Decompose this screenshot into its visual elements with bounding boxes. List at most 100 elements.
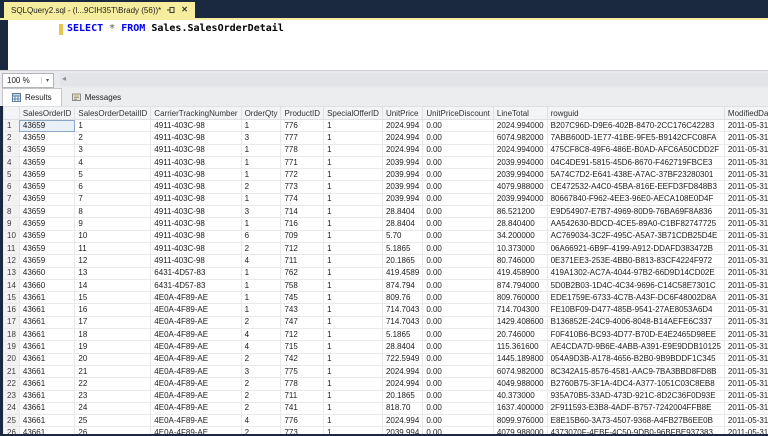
grid-cell[interactable]: 2039.994 — [382, 169, 422, 181]
grid-cell[interactable]: 4079.988000 — [493, 427, 547, 434]
grid-cell[interactable]: 15 — [75, 292, 151, 304]
grid-cell[interactable]: 34.200000 — [493, 230, 547, 242]
grid-cell[interactable]: 1 — [241, 292, 281, 304]
close-icon[interactable]: ✕ — [181, 6, 188, 14]
grid-cell[interactable]: 43659 — [19, 169, 74, 181]
grid-cell[interactable]: AA542630-BDCD-4CE5-89A0-C1BF82747725 — [547, 218, 724, 230]
grid-cell[interactable]: 17 — [75, 316, 151, 328]
grid-cell[interactable]: 1 — [324, 316, 383, 328]
grid-cell[interactable]: 20.746000 — [493, 329, 547, 341]
grid-cell[interactable]: 0.00 — [423, 279, 494, 291]
grid-cell[interactable]: 24 — [75, 402, 151, 414]
grid-cell[interactable]: 2039.994000 — [493, 156, 547, 168]
select-all-corner[interactable] — [4, 107, 20, 120]
row-header[interactable]: 3 — [4, 144, 20, 156]
grid-cell[interactable]: 7 — [75, 193, 151, 205]
grid-cell[interactable]: 22 — [75, 378, 151, 390]
grid-cell[interactable]: 1 — [324, 402, 383, 414]
grid-cell[interactable]: 4 — [241, 415, 281, 427]
grid-cell[interactable]: 4911-403C-98 — [151, 242, 241, 254]
grid-cell[interactable]: 4E0A-4F89-AE — [151, 402, 241, 414]
row-header[interactable]: 20 — [4, 353, 20, 365]
grid-cell[interactable]: 714.704300 — [493, 304, 547, 316]
grid-cell[interactable]: 2024.994 — [382, 378, 422, 390]
grid-cell[interactable]: 80.746000 — [493, 255, 547, 267]
grid-cell[interactable]: 4E0A-4F89-AE — [151, 341, 241, 353]
grid-cell[interactable]: 1 — [241, 169, 281, 181]
row-header[interactable]: 14 — [4, 279, 20, 291]
grid-cell[interactable]: 2011-05-31 00:00:00.000 — [724, 132, 768, 144]
zoom-level-combobox[interactable]: 100 % ▾ — [2, 73, 54, 88]
grid-cell[interactable]: 2 — [241, 353, 281, 365]
column-header-UnitPrice[interactable]: UnitPrice — [382, 107, 422, 120]
grid-cell[interactable]: 43661 — [19, 378, 74, 390]
grid-cell[interactable]: 2011-05-31 00:00:00.000 — [724, 193, 768, 205]
grid-cell[interactable]: 1 — [75, 120, 151, 132]
grid-cell[interactable]: 3 — [241, 132, 281, 144]
grid-cell[interactable]: 0.00 — [423, 169, 494, 181]
grid-cell[interactable]: 0.00 — [423, 156, 494, 168]
grid-cell[interactable]: 43660 — [19, 279, 74, 291]
column-header-SalesOrderID[interactable]: SalesOrderID — [19, 107, 74, 120]
grid-cell[interactable]: B2760B75-3F1A-4DC4-A377-1051C03C8EB8 — [547, 378, 724, 390]
grid-cell[interactable]: 775 — [281, 365, 324, 377]
grid-cell[interactable]: 773 — [281, 427, 324, 434]
grid-cell[interactable]: 2011-05-31 00:00:00.000 — [724, 378, 768, 390]
grid-cell[interactable]: 43659 — [19, 144, 74, 156]
selected-cell[interactable]: 43659 — [19, 120, 74, 132]
grid-cell[interactable]: 2039.994 — [382, 193, 422, 205]
grid-cell[interactable]: 4E0A-4F89-AE — [151, 316, 241, 328]
grid-cell[interactable]: 06A66921-6B9F-4199-A912-DDAFD383472B — [547, 242, 724, 254]
grid-cell[interactable]: 0.00 — [423, 267, 494, 279]
grid-cell[interactable]: 9 — [75, 218, 151, 230]
grid-cell[interactable]: 4E0A-4F89-AE — [151, 329, 241, 341]
grid-cell[interactable]: 6074.982000 — [493, 365, 547, 377]
grid-cell[interactable]: 1445.189800 — [493, 353, 547, 365]
grid-cell[interactable]: 722.5949 — [382, 353, 422, 365]
grid-cell[interactable]: 2039.994000 — [493, 169, 547, 181]
grid-cell[interactable]: 43659 — [19, 156, 74, 168]
grid-cell[interactable]: 8 — [75, 206, 151, 218]
column-header-UnitPriceDiscount[interactable]: UnitPriceDiscount — [423, 107, 494, 120]
grid-cell[interactable]: 1 — [241, 218, 281, 230]
grid-cell[interactable]: 1 — [324, 255, 383, 267]
grid-cell[interactable]: 4E0A-4F89-AE — [151, 390, 241, 402]
grid-cell[interactable]: 2011-05-31 00:00:00.000 — [724, 255, 768, 267]
grid-cell[interactable]: 1 — [241, 144, 281, 156]
column-header-LineTotal[interactable]: LineTotal — [493, 107, 547, 120]
grid-cell[interactable]: 1 — [241, 279, 281, 291]
row-header[interactable]: 7 — [4, 193, 20, 205]
grid-cell[interactable]: 80667840-F962-4EE3-96E0-AECA108E0D4F — [547, 193, 724, 205]
grid-cell[interactable]: 43661 — [19, 427, 74, 434]
column-header-SalesOrderDetailID[interactable]: SalesOrderDetailID — [75, 107, 151, 120]
grid-cell[interactable]: 0.00 — [423, 292, 494, 304]
grid-cell[interactable]: 04C4DE91-5815-45D6-8670-F462719FBCE3 — [547, 156, 724, 168]
grid-cell[interactable]: 43661 — [19, 304, 74, 316]
row-header[interactable]: 24 — [4, 402, 20, 414]
row-header[interactable]: 21 — [4, 365, 20, 377]
grid-cell[interactable]: 3 — [241, 206, 281, 218]
grid-cell[interactable]: 3 — [241, 365, 281, 377]
grid-cell[interactable]: 776 — [281, 415, 324, 427]
grid-cell[interactable]: B207C96D-D9E6-402B-8470-2CC176C42283 — [547, 120, 724, 132]
grid-cell[interactable]: 2011-05-31 00:00:00.000 — [724, 181, 768, 193]
grid-cell[interactable]: 773 — [281, 181, 324, 193]
grid-cell[interactable]: 2024.994 — [382, 120, 422, 132]
grid-cell[interactable]: 5.1865 — [382, 242, 422, 254]
grid-cell[interactable]: 1 — [324, 329, 383, 341]
grid-cell[interactable]: 6431-4D57-83 — [151, 267, 241, 279]
grid-cell[interactable]: 26 — [75, 427, 151, 434]
grid-cell[interactable]: 43661 — [19, 353, 74, 365]
row-header[interactable]: 22 — [4, 378, 20, 390]
grid-cell[interactable]: 8C342A15-8576-4581-AAC9-7BA3BBD8FD8B — [547, 365, 724, 377]
grid-cell[interactable]: 4911-403C-98 — [151, 193, 241, 205]
row-header[interactable]: 13 — [4, 267, 20, 279]
grid-cell[interactable]: 43661 — [19, 365, 74, 377]
grid-cell[interactable]: 741 — [281, 402, 324, 414]
grid-cell[interactable]: 8099.976000 — [493, 415, 547, 427]
grid-cell[interactable]: 43661 — [19, 415, 74, 427]
grid-cell[interactable]: 714.7043 — [382, 316, 422, 328]
grid-cell[interactable]: 12 — [75, 255, 151, 267]
grid-cell[interactable]: 20.1865 — [382, 255, 422, 267]
row-header[interactable]: 6 — [4, 181, 20, 193]
